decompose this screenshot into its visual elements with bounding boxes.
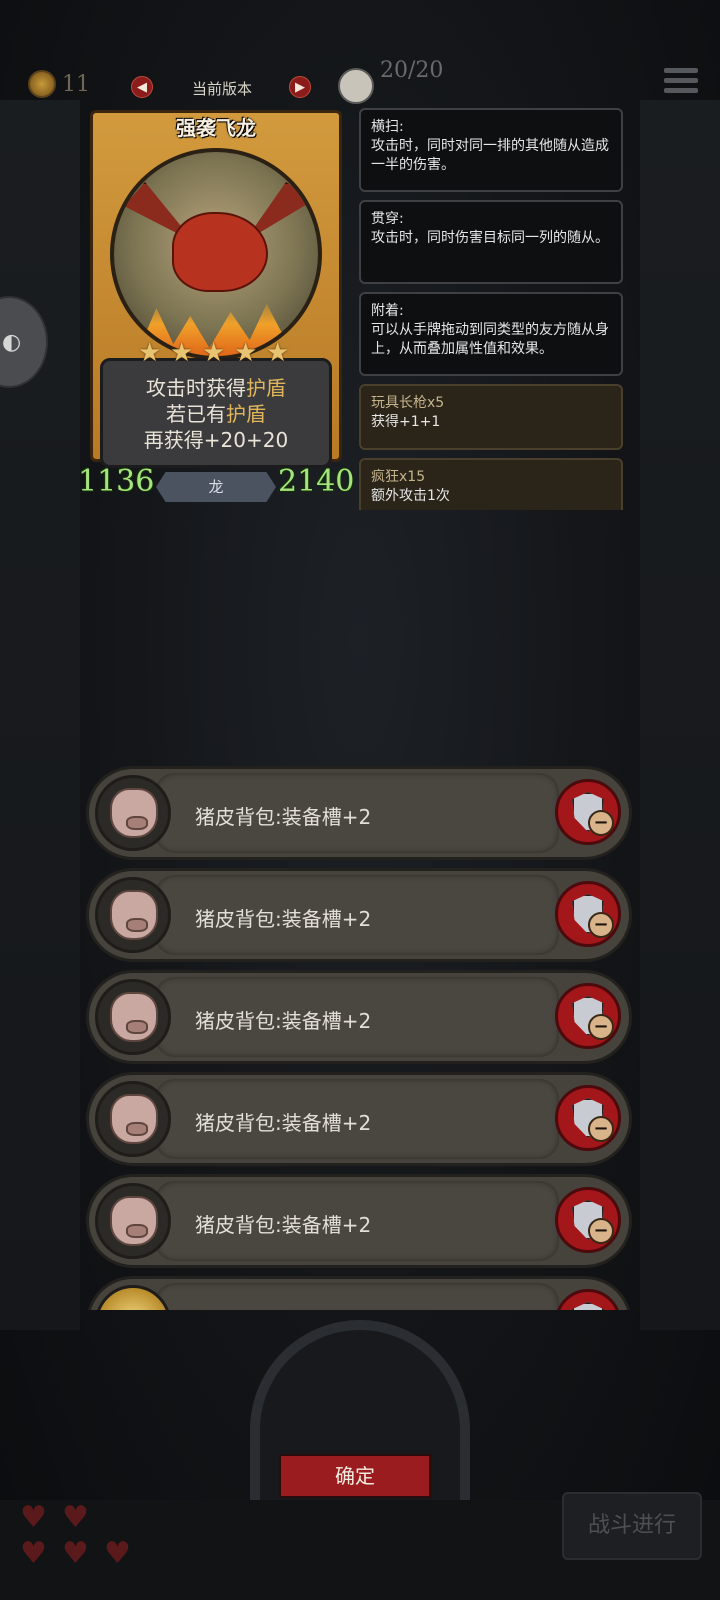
- desc-keyword-shield: 护盾: [246, 376, 286, 400]
- card-name: 强袭飞龙: [176, 116, 256, 140]
- keyword-panel[interactable]: 横扫: 攻击时，同时对同一排的其他随从造成一半的伤害。 贯穿: 攻击时，同时伤害…: [357, 98, 634, 510]
- equipment-name: 猪皮背包:装备槽+2: [195, 1111, 372, 1135]
- slots-count: 20/20: [380, 58, 444, 83]
- remove-equipment-button[interactable]: −: [555, 1187, 621, 1253]
- coin-count: 11: [62, 72, 90, 97]
- equipment-name: 猪皮背包:装备槽+2: [195, 907, 372, 931]
- equipment-row: 猪皮背包:装备槽+2 −: [86, 868, 632, 962]
- minus-icon: −: [588, 1218, 614, 1244]
- star-icon: ★: [202, 338, 226, 368]
- background-frame-left: [0, 100, 80, 1330]
- minus-icon: −: [588, 810, 614, 836]
- health-value: 2140: [278, 464, 355, 499]
- heart-icon: ♥: [62, 1536, 89, 1571]
- menu-icon[interactable]: [664, 68, 698, 96]
- minus-icon: −: [588, 1014, 614, 1040]
- pig-backpack-icon: [95, 1183, 171, 1259]
- keyword-title: 附着:: [371, 303, 404, 319]
- equipment-row: 猪皮背包:装备槽+2 −: [86, 970, 632, 1064]
- keyword-box: 附着: 可以从手牌拖动到同类型的友方随从身上，从而叠加属性值和效果。: [359, 292, 623, 376]
- heart-icon: ♥: [20, 1536, 47, 1571]
- pig-backpack-icon: [95, 979, 171, 1055]
- remove-equipment-button[interactable]: −: [555, 881, 621, 947]
- buff-title: 玩具长枪x5: [371, 395, 445, 411]
- next-version-button[interactable]: ▶: [289, 76, 311, 98]
- equipment-list[interactable]: 猪皮背包:装备槽+2 − 猪皮背包:装备槽+2 − 猪皮背包:装备槽+2 − 猪…: [80, 760, 640, 1310]
- pig-backpack-icon: [95, 877, 171, 953]
- attack-value: 1136: [78, 464, 155, 499]
- buff-title: 疯狂x15: [371, 469, 426, 485]
- coin-icon: [28, 70, 56, 98]
- desc-keyword-shield-2: 护盾: [226, 402, 266, 426]
- equipment-name: 猪皮背包:装备槽+2: [195, 805, 372, 829]
- desc-line2-prefix: 若已有: [166, 402, 226, 426]
- buff-text: 额外攻击1次: [371, 488, 450, 504]
- tribe-label: 龙: [156, 472, 276, 502]
- dragon-artwork: [110, 148, 322, 360]
- prev-version-button[interactable]: ◀: [131, 76, 153, 98]
- keyword-text: 攻击时，同时对同一排的其他随从造成一半的伤害。: [371, 138, 609, 173]
- remove-equipment-button[interactable]: −: [555, 1085, 621, 1151]
- equipment-name: 猪皮背包:装备槽+2: [195, 1009, 372, 1033]
- pig-backpack-icon: [95, 1081, 171, 1157]
- equipment-row: 猪皮背包:装备槽+2 −: [86, 1174, 632, 1268]
- side-button-icon: ◐: [2, 330, 22, 355]
- desc-line3: 再获得+20+20: [143, 428, 289, 452]
- keyword-text: 攻击时，同时伤害目标同一列的随从。: [371, 230, 609, 246]
- keyword-title: 横扫:: [371, 119, 404, 135]
- heart-icon: ♥: [104, 1536, 131, 1571]
- star-icon: ★: [234, 338, 258, 368]
- equipment-row-partial: [86, 1276, 632, 1310]
- star-icon: ★: [170, 338, 194, 368]
- chevron-left-icon: ◀: [137, 80, 147, 95]
- keyword-box: 横扫: 攻击时，同时对同一排的其他随从造成一半的伤害。: [359, 108, 623, 192]
- buff-text: 获得+1+1: [371, 414, 441, 430]
- shield-icon: [572, 1302, 604, 1310]
- keyword-text: 可以从手牌拖动到同类型的友方随从身上，从而叠加属性值和效果。: [371, 322, 609, 357]
- battle-button[interactable]: 战斗进行: [562, 1492, 702, 1560]
- star-rating: ★ ★ ★ ★ ★: [138, 338, 298, 368]
- version-label: 当前版本: [191, 80, 252, 98]
- keyword-title: 贯穿:: [371, 211, 404, 227]
- remove-equipment-button[interactable]: −: [555, 983, 621, 1049]
- chevron-right-icon: ▶: [295, 80, 305, 95]
- equipment-name: 猪皮背包:装备槽+2: [195, 1213, 372, 1237]
- minus-icon: −: [588, 1116, 614, 1142]
- minion-card: 强袭飞龙 攻击时获得护盾 若已有护盾 再获得+20+20 ★ ★ ★ ★ ★ 1…: [78, 108, 355, 508]
- lives-hearts: ♥ ♥ ♥ ♥ ♥: [16, 1500, 146, 1590]
- equipment-row: 猪皮背包:装备槽+2 −: [86, 766, 632, 860]
- confirm-button[interactable]: 确定: [279, 1454, 431, 1498]
- gold-item-icon: [95, 1285, 171, 1310]
- buff-box: 疯狂x15 额外攻击1次: [359, 458, 623, 510]
- heart-icon: ♥: [62, 1500, 89, 1535]
- star-icon: ★: [138, 338, 162, 368]
- equipment-row: 猪皮背包:装备槽+2 −: [86, 1072, 632, 1166]
- buff-box: 玩具长枪x5 获得+1+1: [359, 384, 623, 450]
- remove-equipment-button[interactable]: [555, 1289, 621, 1310]
- pig-backpack-icon: [95, 775, 171, 851]
- dragon-body: [172, 212, 268, 292]
- star-icon: ★: [266, 338, 290, 368]
- heart-icon: ♥: [20, 1500, 47, 1535]
- card-description: 攻击时获得护盾 若已有护盾 再获得+20+20: [100, 358, 332, 468]
- background-frame-right: [640, 100, 720, 1330]
- desc-line1-prefix: 攻击时获得: [146, 376, 246, 400]
- remove-equipment-button[interactable]: −: [555, 779, 621, 845]
- keyword-box: 贯穿: 攻击时，同时伤害目标同一列的随从。: [359, 200, 623, 284]
- minus-icon: −: [588, 912, 614, 938]
